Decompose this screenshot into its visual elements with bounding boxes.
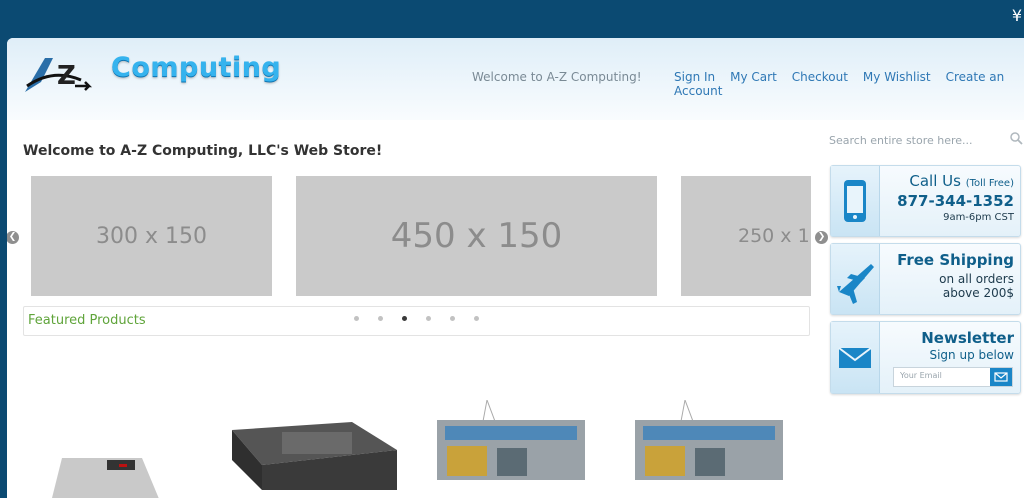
product-image[interactable] xyxy=(47,438,177,498)
newsletter-box: Newsletter Sign up below Your Email xyxy=(830,321,1021,394)
airplane-icon-tile xyxy=(831,244,880,314)
welcome-message: Welcome to A-Z Computing! xyxy=(472,70,642,84)
newsletter-subtitle: Sign up below xyxy=(929,348,1014,362)
airplane-icon xyxy=(837,264,874,304)
site-logo[interactable]: Z Computing xyxy=(23,50,283,100)
product-image[interactable] xyxy=(222,410,402,490)
phone-icon-tile xyxy=(831,166,880,236)
cart-icon[interactable]: ¥ xyxy=(1012,6,1022,25)
newsletter-email-field[interactable]: Your Email xyxy=(893,367,1013,387)
carousel-pager-dot[interactable] xyxy=(426,316,431,321)
product-image[interactable] xyxy=(635,400,785,480)
product-grid xyxy=(7,398,827,498)
envelope-icon-tile xyxy=(831,322,880,393)
carousel-pager-dot[interactable] xyxy=(474,316,479,321)
nav-sign-in[interactable]: Sign In xyxy=(674,70,715,84)
carousel-pager-dot[interactable] xyxy=(450,316,455,321)
carousel-slide[interactable]: 300 x 150 xyxy=(31,176,272,296)
az-logo-icon: Z xyxy=(25,58,93,92)
free-shipping-line1: on all orders xyxy=(939,272,1014,286)
carousel-pager-dot[interactable] xyxy=(354,316,359,321)
search-input[interactable]: Search entire store here... xyxy=(827,130,1023,152)
envelope-icon xyxy=(994,372,1008,382)
slide-placeholder-text: 450 x 150 xyxy=(390,216,563,256)
image-carousel: ❮ 300 x 150 450 x 150 250 x 150 ❯ xyxy=(7,176,829,298)
newsletter-submit-button[interactable] xyxy=(990,368,1012,386)
search-placeholder: Search entire store here... xyxy=(829,134,973,147)
newsletter-email-placeholder: Your Email xyxy=(900,371,942,380)
carousel-next-icon[interactable]: ❯ xyxy=(815,231,828,244)
nav-my-wishlist[interactable]: My Wishlist xyxy=(863,70,931,84)
product-image[interactable] xyxy=(437,400,587,480)
logo-wordmark: Computing xyxy=(111,52,282,83)
newsletter-title: Newsletter xyxy=(921,329,1014,347)
carousel-slide[interactable]: 450 x 150 xyxy=(296,176,657,296)
free-shipping-title: Free Shipping xyxy=(897,251,1014,269)
search-icon[interactable] xyxy=(1009,131,1023,145)
nav-my-cart[interactable]: My Cart xyxy=(730,70,777,84)
phone-number[interactable]: 877-344-1352 xyxy=(897,192,1014,210)
free-shipping-line2: above 200$ xyxy=(942,286,1014,300)
page-title: Welcome to A-Z Computing, LLC's Web Stor… xyxy=(23,143,383,159)
business-hours: 9am-6pm CST xyxy=(943,212,1014,223)
featured-products-header: Featured Products xyxy=(23,306,810,336)
site-header: Z Computing Welcome to A-Z Computing! Si… xyxy=(7,38,1024,120)
call-us-title: Call Us xyxy=(909,172,961,190)
call-us-box: Call Us (Toll Free) 877-344-1352 9am-6pm… xyxy=(830,165,1021,237)
page-container: Z Computing Welcome to A-Z Computing! Si… xyxy=(7,38,1024,498)
carousel-slide[interactable]: 250 x 150 xyxy=(681,176,811,296)
slide-placeholder-text: 300 x 150 xyxy=(96,223,207,249)
envelope-icon xyxy=(838,347,872,368)
carousel-pager-dot[interactable] xyxy=(378,316,383,321)
carousel-prev-icon[interactable]: ❮ xyxy=(7,231,19,244)
carousel-pager-dot[interactable] xyxy=(402,316,407,321)
account-nav: Sign In My Cart Checkout My Wishlist Create … xyxy=(674,70,1024,98)
free-shipping-box: Free Shipping on all orders above 200$ xyxy=(830,243,1021,315)
nav-checkout[interactable]: Checkout xyxy=(792,70,848,84)
phone-icon xyxy=(844,180,866,222)
call-us-toll-free: (Toll Free) xyxy=(965,178,1014,189)
featured-products-title: Featured Products xyxy=(28,313,146,328)
slide-placeholder-text: 250 x 150 xyxy=(738,225,811,247)
svg-text:Z: Z xyxy=(57,61,76,91)
